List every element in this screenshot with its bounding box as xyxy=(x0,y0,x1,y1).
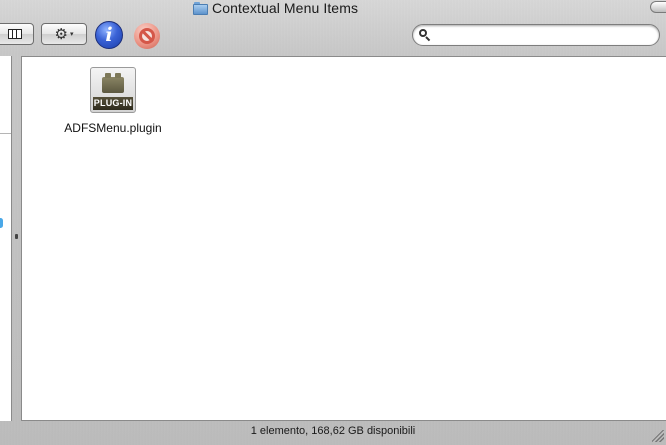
file-browser-content[interactable]: PLUG-IN ADFSMenu.plugin xyxy=(21,56,666,421)
finder-window: Contextual Menu Items ⚙ ▾ i i xyxy=(0,0,666,445)
resize-grip-icon[interactable] xyxy=(652,430,664,442)
info-icon: i xyxy=(105,23,113,46)
window-title: Contextual Menu Items xyxy=(212,0,359,16)
search-input[interactable] xyxy=(435,27,654,43)
plugin-icon[interactable]: PLUG-IN xyxy=(90,67,136,113)
title-bar[interactable]: Contextual Menu Items xyxy=(0,0,666,18)
chevron-down-icon: ▾ xyxy=(69,30,74,38)
sidebar-item-icon[interactable] xyxy=(0,218,3,228)
gear-icon: ⚙ xyxy=(54,24,68,43)
status-text: 1 elemento, 168,62 GB disponibili xyxy=(250,425,416,437)
columns-view-icon xyxy=(8,29,22,39)
view-mode-button[interactable] xyxy=(0,23,34,45)
status-bar: 1 elemento, 168,62 GB disponibili xyxy=(0,421,666,445)
file-name[interactable]: ADFSMenu.plugin xyxy=(64,121,161,135)
lego-block-icon xyxy=(102,73,124,93)
delete-button[interactable] xyxy=(134,23,160,49)
sidebar-divider xyxy=(0,133,11,134)
search-icon xyxy=(419,29,431,42)
action-menu-button[interactable]: ⚙ ▾ xyxy=(41,23,87,45)
search-field[interactable] xyxy=(412,24,660,46)
file-item[interactable]: PLUG-IN ADFSMenu.plugin xyxy=(58,67,168,135)
splitter-grip-icon[interactable] xyxy=(15,234,18,239)
toolbar-toggle-button[interactable] xyxy=(650,1,666,13)
get-info-button[interactable]: i xyxy=(95,21,123,49)
no-entry-icon xyxy=(139,28,155,44)
folder-icon xyxy=(193,1,208,15)
sidebar-splitter[interactable] xyxy=(12,56,21,421)
title-wrap: Contextual Menu Items xyxy=(193,0,358,16)
toolbar: ⚙ ▾ i xyxy=(0,18,666,54)
plugin-badge: PLUG-IN xyxy=(93,97,133,110)
sidebar[interactable]: i xyxy=(0,56,12,421)
